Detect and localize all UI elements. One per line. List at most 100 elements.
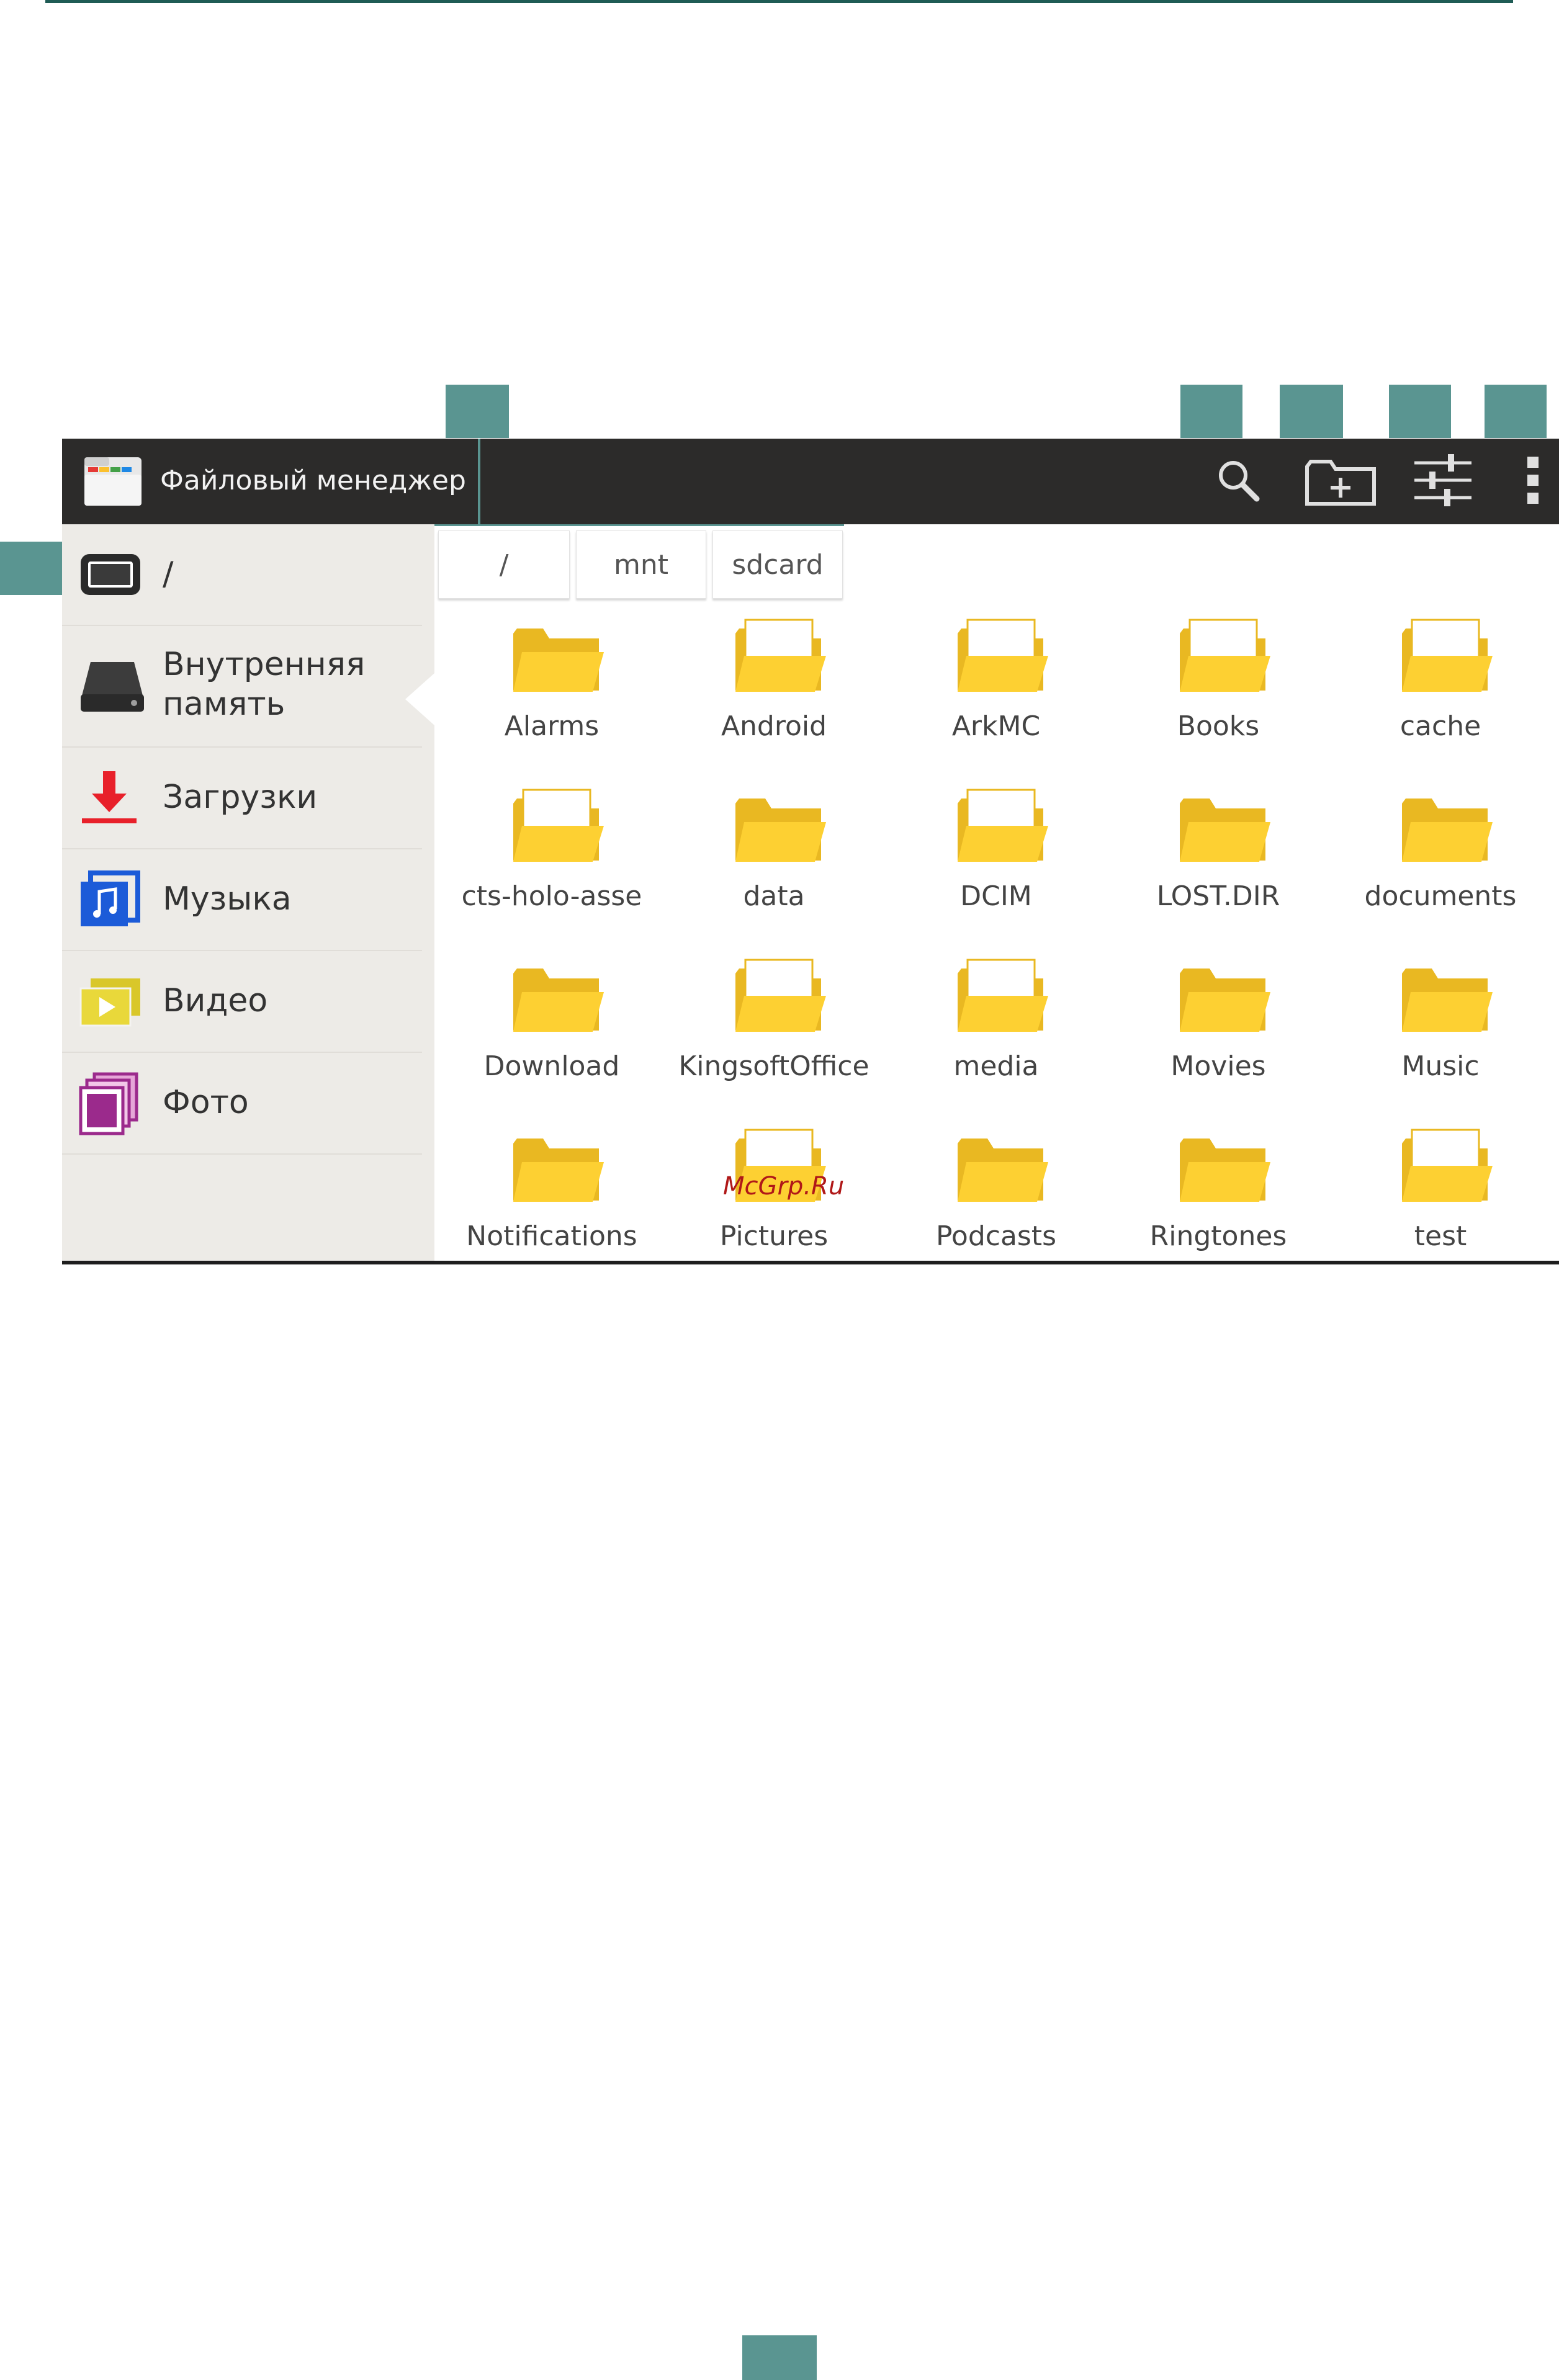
action-bar: Файловый менеджер xyxy=(62,439,1559,524)
music-icon xyxy=(78,870,140,931)
folder-icon xyxy=(508,617,608,704)
folder-name: ArkMC xyxy=(951,710,1041,742)
app-folder-icon xyxy=(82,455,144,508)
folder-with-file-icon xyxy=(508,787,608,874)
photo-icon xyxy=(78,1071,140,1139)
callout-marker xyxy=(0,542,62,595)
folder-name: test xyxy=(1414,1220,1467,1252)
sidebar-item-label: Видео xyxy=(163,982,268,1019)
callout-marker xyxy=(1180,385,1242,438)
folder-with-file-icon xyxy=(730,617,830,704)
folder-with-file-icon xyxy=(730,957,830,1044)
sidebar-item-label: Загрузки xyxy=(163,779,318,816)
folder-with-file-icon xyxy=(953,957,1052,1044)
folder-grid: Alarms Android ArkMC Books cache cts-holo-ass… xyxy=(434,524,1559,1264)
folder-item[interactable]: Ringtones xyxy=(1107,1127,1329,1264)
overflow-menu-button[interactable] xyxy=(1508,439,1558,524)
folder-name: Movies xyxy=(1170,1050,1266,1082)
settings-button[interactable] xyxy=(1403,439,1483,524)
folder-item[interactable]: Android xyxy=(663,617,885,787)
folder-name: KingsoftOffice xyxy=(678,1050,869,1082)
folder-name: Music xyxy=(1401,1050,1480,1082)
folder-item[interactable]: Notifications xyxy=(441,1127,663,1264)
folder-item[interactable]: ArkMC xyxy=(885,617,1107,787)
folder-name: documents xyxy=(1364,880,1517,912)
folder-with-file-icon xyxy=(953,617,1052,704)
callout-marker xyxy=(446,385,509,438)
app-title: Файловый менеджер xyxy=(160,465,466,496)
folder-item[interactable]: Alarms xyxy=(441,617,663,787)
folder-name: LOST.DIR xyxy=(1156,880,1280,912)
callout-marker xyxy=(1485,385,1547,438)
new-folder-button[interactable] xyxy=(1300,439,1381,524)
sidebar-item-label: Фото xyxy=(163,1084,249,1121)
folder-with-file-icon xyxy=(953,787,1052,874)
folder-item[interactable]: cts-holo-asse xyxy=(441,787,663,957)
file-browser: / mnt sdcard Alarms Android ArkMC Books cach… xyxy=(434,524,1559,1264)
folder-name: Notifications xyxy=(466,1220,637,1252)
folder-item[interactable]: Download xyxy=(441,957,663,1127)
folder-icon xyxy=(1397,787,1496,874)
top-rule xyxy=(45,0,1513,3)
folder-add-icon xyxy=(1305,454,1377,509)
watermark: McGrp.Ru xyxy=(723,1172,845,1201)
hard-drive-icon xyxy=(78,658,146,717)
folder-name: Podcasts xyxy=(935,1220,1057,1252)
folder-item[interactable]: Movies xyxy=(1107,957,1329,1127)
folder-icon xyxy=(1175,787,1274,874)
folder-with-file-icon xyxy=(1397,617,1496,704)
sidebar-item-root[interactable]: / xyxy=(62,524,422,626)
sliders-icon xyxy=(1412,452,1474,511)
folder-item[interactable]: DCIM xyxy=(885,787,1107,957)
search-button[interactable] xyxy=(1204,439,1272,524)
sidebar-item-internal-memory[interactable]: Внутренняя память xyxy=(62,626,422,748)
sidebar-item-photo[interactable]: Фото xyxy=(62,1053,422,1155)
folder-name: Alarms xyxy=(504,710,600,742)
folder-icon xyxy=(1397,957,1496,1044)
folder-name: Download xyxy=(483,1050,620,1082)
folder-item[interactable]: documents xyxy=(1329,787,1552,957)
sidebar-item-label: Музыка xyxy=(163,880,292,918)
folder-name: cts-holo-asse xyxy=(461,880,642,912)
folder-icon xyxy=(730,787,830,874)
video-icon xyxy=(78,976,143,1031)
sidebar: / Внутренняя память Загрузки Музыка Виде… xyxy=(62,524,434,1264)
tablet-icon xyxy=(78,552,143,600)
folder-with-file-icon xyxy=(730,1127,830,1214)
folder-item[interactable]: Books xyxy=(1107,617,1329,787)
folder-item[interactable]: LOST.DIR xyxy=(1107,787,1329,957)
folder-name: Pictures xyxy=(719,1220,829,1252)
folder-icon xyxy=(1175,1127,1274,1214)
folder-name: DCIM xyxy=(960,880,1032,912)
folder-name: media xyxy=(953,1050,1039,1082)
folder-item[interactable]: data xyxy=(663,787,885,957)
folder-item[interactable]: KingsoftOffice xyxy=(663,957,885,1127)
folder-icon xyxy=(508,957,608,1044)
sidebar-item-label: Внутренняя память xyxy=(163,646,366,723)
folder-name: data xyxy=(743,880,805,912)
folder-with-file-icon xyxy=(1175,617,1274,704)
folder-with-file-icon xyxy=(1397,1127,1496,1214)
more-vertical-icon xyxy=(1524,454,1542,509)
device-screen: Файловый менеджер / Внутренняя память За… xyxy=(62,439,1559,1264)
folder-icon xyxy=(508,1127,608,1214)
search-icon xyxy=(1213,455,1263,508)
folder-item[interactable]: Podcasts xyxy=(885,1127,1107,1264)
title-indicator xyxy=(478,439,480,524)
bottom-rule xyxy=(62,1261,1559,1264)
folder-name: cache xyxy=(1400,710,1481,742)
folder-item[interactable]: cache xyxy=(1329,617,1552,787)
sidebar-item-downloads[interactable]: Загрузки xyxy=(62,748,422,849)
callout-marker xyxy=(1389,385,1451,438)
callout-marker xyxy=(742,2335,817,2380)
download-icon xyxy=(78,769,140,828)
folder-item[interactable]: Music xyxy=(1329,957,1552,1127)
sidebar-item-music[interactable]: Музыка xyxy=(62,849,422,951)
sidebar-item-video[interactable]: Видео xyxy=(62,951,422,1053)
folder-item[interactable]: media xyxy=(885,957,1107,1127)
folder-item[interactable]: test xyxy=(1329,1127,1552,1264)
folder-icon xyxy=(953,1127,1052,1214)
folder-name: Android xyxy=(721,710,827,742)
selection-notch xyxy=(405,673,434,725)
callout-marker xyxy=(1280,385,1343,438)
